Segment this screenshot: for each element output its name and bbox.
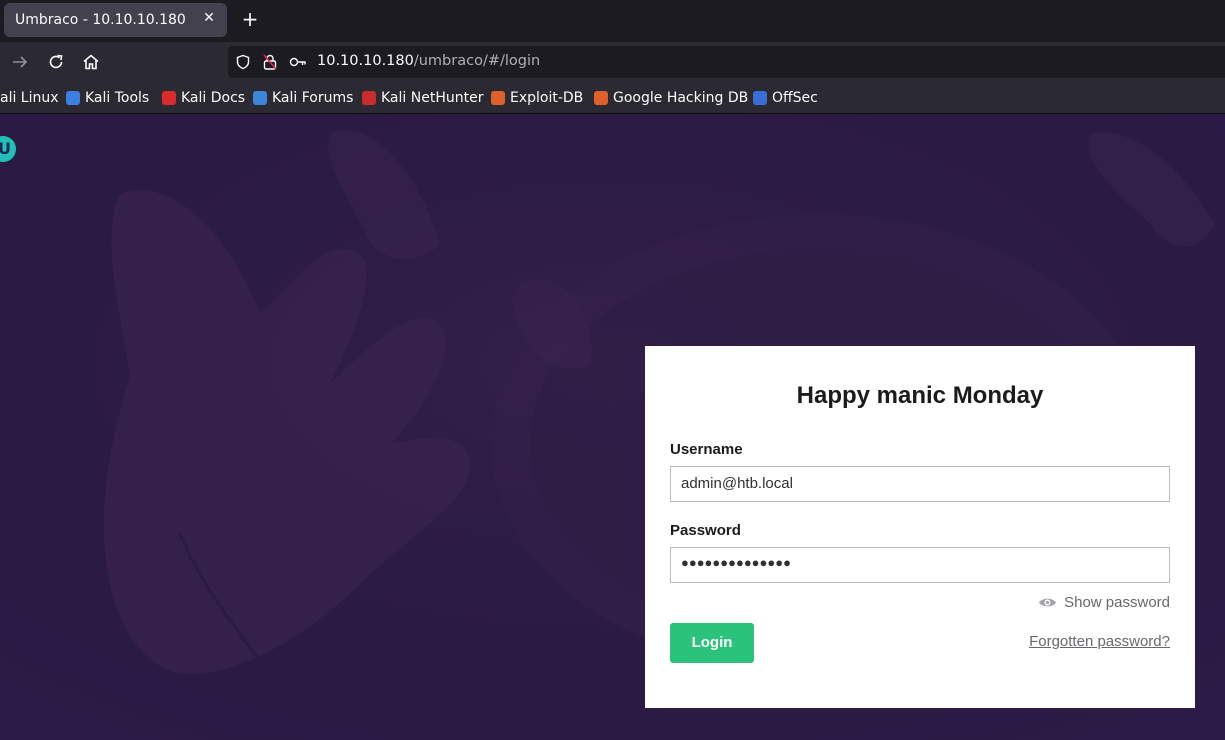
login-greeting: Happy manic Monday bbox=[796, 382, 1044, 409]
password-value: ●●●●●●●●●●●●●● bbox=[681, 555, 791, 570]
bookmark-item[interactable]: Kali Tools bbox=[66, 89, 149, 107]
bookmark-label: Exploit-DB bbox=[510, 90, 584, 106]
bookmark-label: Kali NetHunter bbox=[381, 90, 484, 106]
show-password-toggle[interactable]: Show password bbox=[1038, 594, 1170, 611]
username-input[interactable]: admin@htb.local bbox=[670, 466, 1170, 502]
bookmarks-bar: ali Linux Kali Tools Kali Docs Kali Forums K… bbox=[0, 82, 1225, 114]
kali-forums-icon bbox=[253, 91, 267, 105]
show-password-label: Show password bbox=[1064, 594, 1170, 611]
umbraco-login-page: U Happy manic Monday Username admin@htb.… bbox=[0, 114, 1225, 740]
bookmark-label: OffSec bbox=[772, 90, 818, 106]
tab-title: Umbraco - 10.10.10.180 bbox=[15, 12, 186, 28]
bookmark-item[interactable]: Kali NetHunter bbox=[362, 89, 483, 107]
offsec-icon bbox=[753, 91, 767, 105]
password-label: Password bbox=[670, 522, 741, 539]
bookmark-item[interactable]: Google Hacking DB bbox=[594, 89, 748, 107]
forward-arrow-icon[interactable] bbox=[10, 52, 30, 72]
username-label: Username bbox=[670, 441, 743, 458]
bookmark-item[interactable]: Kali Docs bbox=[162, 89, 245, 107]
bookmark-label: Kali Forums bbox=[272, 90, 354, 106]
forgotten-password-link[interactable]: Forgotten password? bbox=[1029, 633, 1170, 650]
tab-strip: Umbraco - 10.10.10.180 ✕ + bbox=[0, 0, 1225, 42]
logo-letter: U bbox=[0, 139, 11, 158]
url-host: 10.10.10.180 bbox=[317, 53, 414, 69]
username-value: admin@htb.local bbox=[681, 475, 793, 492]
kali-docs-icon bbox=[162, 91, 176, 105]
browser-tab[interactable]: Umbraco - 10.10.10.180 ✕ bbox=[4, 3, 227, 37]
url-bar[interactable]: 10.10.10.180/umbraco/#/login bbox=[228, 46, 1225, 78]
bookmark-label: Kali Docs bbox=[181, 90, 246, 106]
kali-nethunter-icon bbox=[362, 91, 376, 105]
home-icon[interactable] bbox=[81, 52, 101, 72]
ghdb-icon bbox=[594, 91, 608, 105]
exploit-db-icon bbox=[491, 91, 505, 105]
bookmark-item[interactable]: OffSec bbox=[753, 89, 818, 107]
bookmark-label: ali Linux bbox=[0, 90, 59, 106]
insecure-lock-icon[interactable] bbox=[262, 53, 278, 71]
eye-icon bbox=[1039, 598, 1057, 607]
login-card: Happy manic Monday Username admin@htb.lo… bbox=[645, 346, 1195, 708]
password-input[interactable]: ●●●●●●●●●●●●●● bbox=[670, 547, 1170, 583]
navigation-bar: 10.10.10.180/umbraco/#/login bbox=[0, 42, 1225, 82]
new-tab-icon[interactable]: + bbox=[239, 8, 261, 30]
reload-icon[interactable] bbox=[46, 52, 66, 72]
bookmark-label: Kali Tools bbox=[85, 90, 150, 106]
bookmark-item[interactable]: ali Linux bbox=[0, 89, 59, 107]
bookmark-item[interactable]: Kali Forums bbox=[253, 89, 353, 107]
url-text[interactable]: 10.10.10.180/umbraco/#/login bbox=[317, 53, 540, 69]
url-path: /umbraco/#/login bbox=[413, 53, 541, 69]
shield-icon[interactable] bbox=[235, 54, 251, 70]
bookmark-label: Google Hacking DB bbox=[613, 90, 749, 106]
key-icon[interactable] bbox=[289, 54, 307, 70]
login-button[interactable]: Login bbox=[670, 623, 754, 663]
bookmark-item[interactable]: Exploit-DB bbox=[491, 89, 583, 107]
kali-tools-icon bbox=[66, 91, 80, 105]
close-tab-icon[interactable]: ✕ bbox=[201, 10, 217, 26]
